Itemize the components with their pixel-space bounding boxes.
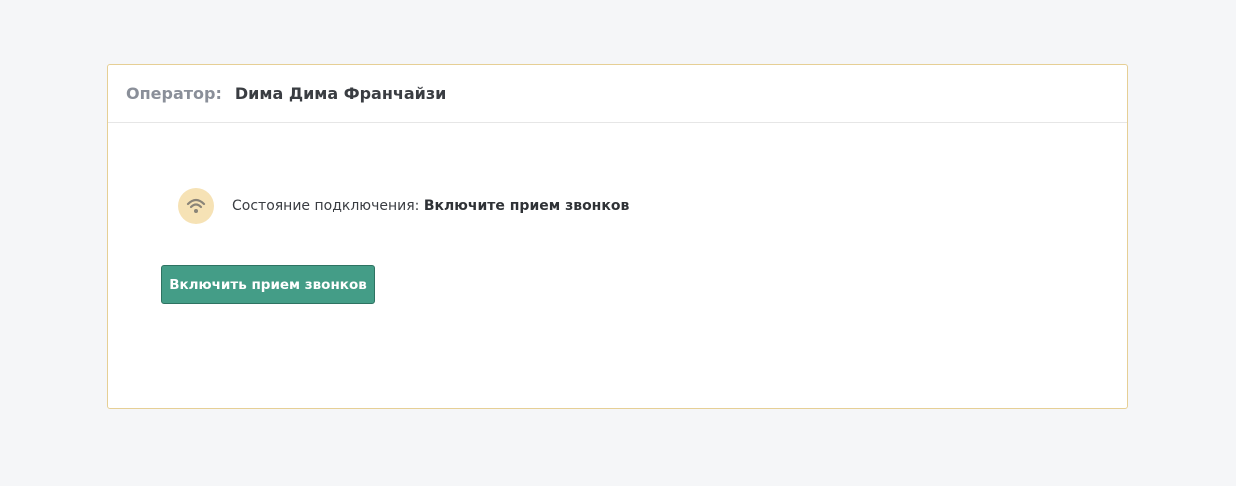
status-text: Состояние подключения: Включите прием зв… [232,198,629,214]
operator-name: Dима Дима Франчайзи [234,84,447,103]
card-header: Оператор: Dима Дима Франчайзи [108,65,1127,123]
wifi-icon [178,188,214,224]
status-value: Включите прием звонков [423,198,630,214]
operator-label: Оператор: [126,84,222,103]
connection-status: Состояние подключения: Включите прием зв… [178,188,629,224]
enable-calls-button[interactable]: Включить прием звонков [161,265,375,304]
status-label: Состояние подключения: [232,198,424,214]
operator-card: Оператор: Dима Дима Франчайзи Состояние … [107,64,1128,409]
